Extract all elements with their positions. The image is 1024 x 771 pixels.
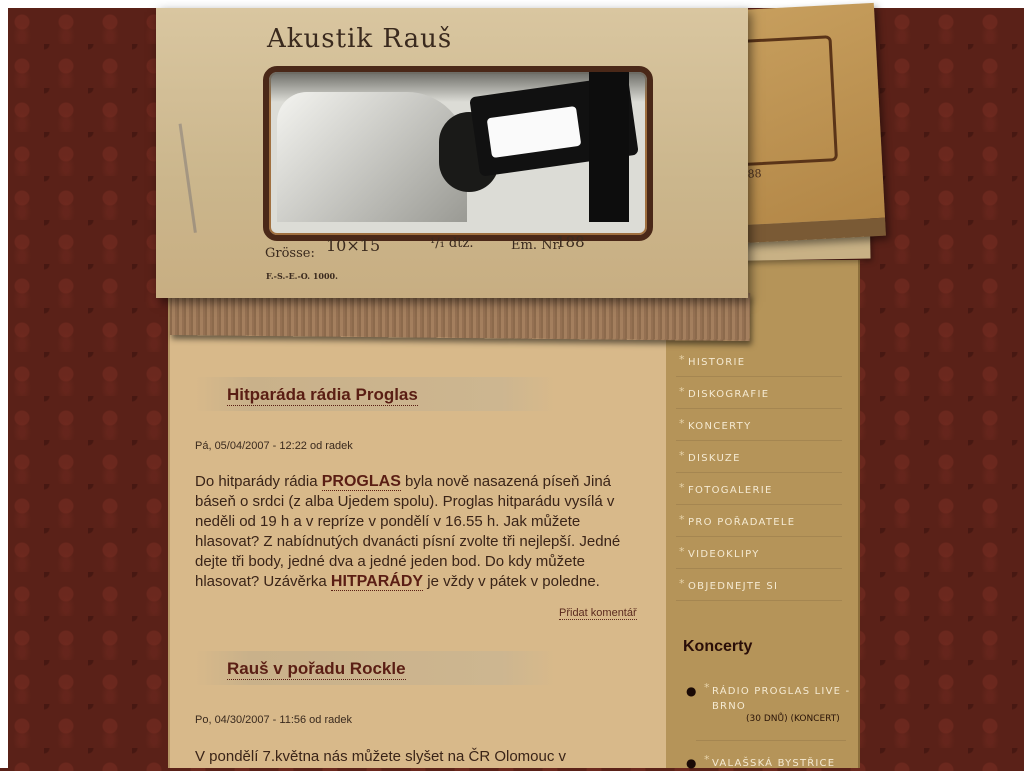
star-icon: * bbox=[679, 513, 685, 526]
nav-item-label[interactable]: VIDEOKLIPY bbox=[688, 549, 760, 560]
star-icon: * bbox=[704, 753, 710, 766]
divider bbox=[696, 740, 846, 741]
nav-item-koncerty[interactable]: * KONCERTY bbox=[676, 409, 842, 441]
nav-item-diskuze[interactable]: * DISKUZE bbox=[676, 441, 842, 473]
card-size-value: 10×15 bbox=[326, 236, 381, 255]
nav-item-pro-poradatele[interactable]: * PRO POŘADATELE bbox=[676, 505, 842, 537]
nav-item-objednejte-si[interactable]: * OBJEDNEJTE SI bbox=[676, 569, 842, 601]
star-icon: * bbox=[704, 681, 710, 694]
card-em-label: Em. Nr. bbox=[511, 238, 562, 253]
concert-tags: (30 DNŮ) (KONCERT) bbox=[746, 714, 840, 724]
nav-item-label[interactable]: PRO POŘADATELE bbox=[688, 517, 795, 528]
concerts-heading: Koncerty bbox=[683, 638, 753, 655]
nav-item-videoklipy[interactable]: * VIDEOKLIPY bbox=[676, 537, 842, 569]
card-size-label: Grösse: bbox=[265, 246, 315, 261]
card-imprint: F.-S.-E.-O. 1000. bbox=[266, 271, 338, 281]
main-navigation: * HISTORIE * DISKOGRAFIE * KONCERTY * DISKUZ… bbox=[676, 345, 842, 601]
star-icon: * bbox=[679, 385, 685, 398]
nav-item-historie[interactable]: * HISTORIE bbox=[676, 345, 842, 377]
concert-link[interactable]: RÁDIO PROGLAS LIVE - BRNO bbox=[712, 684, 852, 714]
card-em-value: 188 bbox=[556, 233, 585, 251]
concert-link[interactable]: VALAŠSKÁ BYSTŘICE bbox=[712, 756, 852, 771]
article-meta: Pá, 05/04/2007 - 12:22 od radek bbox=[195, 440, 353, 452]
nav-item-label[interactable]: FOTOGALERIE bbox=[688, 485, 773, 496]
nav-item-label[interactable]: HISTORIE bbox=[688, 357, 745, 368]
proglas-link[interactable]: PROGLAS bbox=[321, 473, 401, 491]
bullet-icon: ● bbox=[686, 684, 697, 698]
article-meta: Po, 04/30/2007 - 11:56 od radek bbox=[195, 714, 352, 726]
nav-item-diskografie[interactable]: * DISKOGRAFIE bbox=[676, 377, 842, 409]
site-title[interactable]: Akustik Rauš bbox=[267, 24, 452, 54]
article-body: Do hitparády rádia PROGLAS byla nově nas… bbox=[195, 473, 621, 591]
star-icon: * bbox=[679, 417, 685, 430]
add-comment-link[interactable]: Přidat komentář bbox=[559, 607, 637, 620]
card-dtz: ¹/₁ dtz. bbox=[430, 236, 474, 251]
nav-item-fotogalerie[interactable]: * FOTOGALERIE bbox=[676, 473, 842, 505]
article-body: V pondělí 7.května nás můžete slyšet na … bbox=[195, 748, 567, 765]
star-icon: * bbox=[679, 353, 685, 366]
nav-item-label[interactable]: DISKOGRAFIE bbox=[688, 389, 769, 400]
star-icon: * bbox=[679, 545, 685, 558]
article-title[interactable]: Rauš v pořadu Rockle bbox=[227, 659, 406, 680]
header-photo bbox=[263, 66, 653, 241]
window-left-edge bbox=[0, 0, 8, 768]
nav-item-label[interactable]: DISKUZE bbox=[688, 453, 741, 464]
nav-item-label[interactable]: KONCERTY bbox=[688, 421, 752, 432]
hitparady-link[interactable]: HITPARÁDY bbox=[330, 573, 424, 591]
star-icon: * bbox=[679, 449, 685, 462]
star-icon: * bbox=[679, 481, 685, 494]
article-title[interactable]: Hitparáda rádia Proglas bbox=[227, 385, 418, 406]
star-icon: * bbox=[679, 577, 685, 590]
nav-item-label[interactable]: OBJEDNEJTE SI bbox=[688, 581, 778, 592]
